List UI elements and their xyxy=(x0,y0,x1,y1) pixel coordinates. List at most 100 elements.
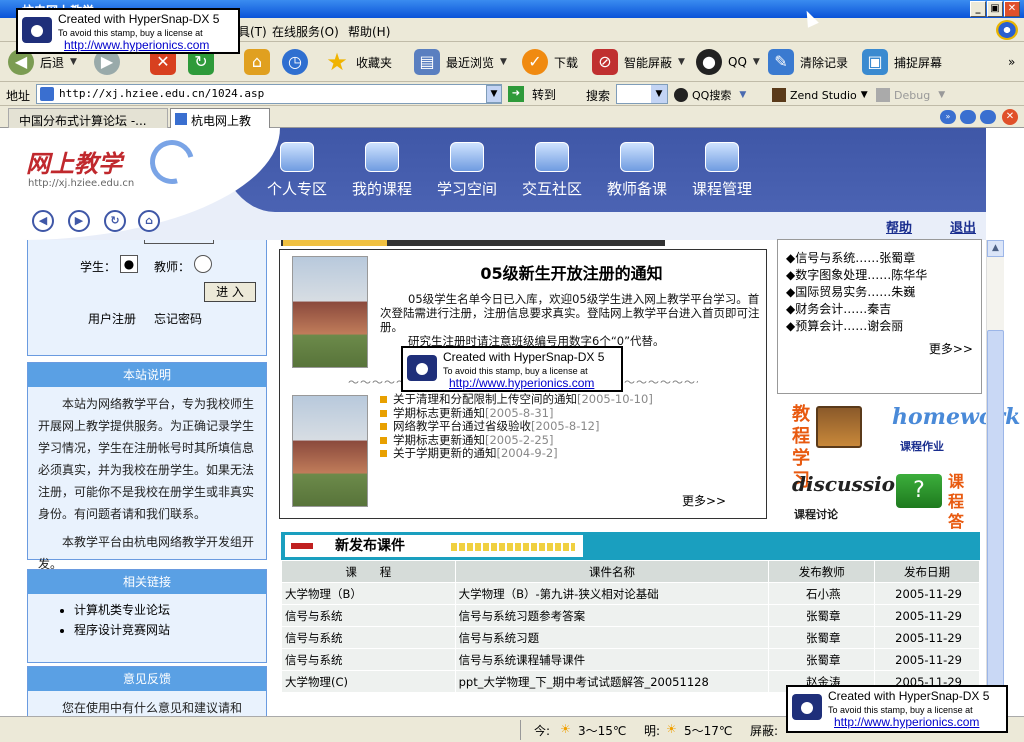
nav-teacher-prep[interactable]: 教师备课 xyxy=(597,142,677,199)
download-button[interactable]: ✓ 下载 xyxy=(522,48,578,76)
notice-item[interactable]: 学期标志更新通知[2005-2-25] xyxy=(380,434,760,448)
forgot-password-link[interactable]: 忘记密码 xyxy=(154,310,202,327)
teacher-radio[interactable] xyxy=(194,255,212,273)
notice-item[interactable]: 关于学期更新的通知[2004-9-2] xyxy=(380,447,760,461)
notice-item[interactable]: 网络教学平台通过省级验收[2005-8-12] xyxy=(380,420,760,434)
arrow-decoration-icon xyxy=(291,543,313,549)
hypersnap-stamp: Created with HyperSnap-DX 5 To avoid thi… xyxy=(16,8,240,54)
teacher-course-item[interactable]: ◆预算会计……谢会丽 xyxy=(786,318,973,335)
menu-tools[interactable]: 具(T) xyxy=(238,23,267,40)
exit-link[interactable]: 退出 xyxy=(950,217,976,236)
link-programming-contest[interactable]: 程序设计竞赛网站 xyxy=(74,620,266,640)
tab-close-icon[interactable]: ✕ xyxy=(1002,109,1018,125)
qq-button[interactable]: ● QQ ▼ xyxy=(696,48,760,76)
teacher-course-item[interactable]: ◆财务会计……秦吉 xyxy=(786,301,973,318)
tab-scroll-icon[interactable]: » xyxy=(940,110,956,124)
teacher-course-item[interactable]: ◆信号与系统……张蜀章 xyxy=(786,250,973,267)
links-list: 计算机类专业论坛 程序设计竞赛网站 xyxy=(28,594,266,640)
capture-screen-button[interactable]: ▣ 捕捉屏幕 xyxy=(862,48,942,76)
minimize-button[interactable]: _ xyxy=(970,1,986,17)
nav-my-courses[interactable]: 我的课程 xyxy=(342,142,422,199)
homework-module-button[interactable]: homework 课程作业 xyxy=(890,404,1020,460)
history-button[interactable]: ◷ xyxy=(282,48,314,76)
maximize-button[interactable]: ▣ xyxy=(987,1,1003,17)
help-link[interactable]: 帮助 xyxy=(886,217,912,236)
debug-button[interactable]: Debug ▼ xyxy=(876,86,956,104)
notice-item[interactable]: 关于清理和分配限制上传空间的通知[2005-10-10] xyxy=(380,393,760,407)
close-button[interactable]: ✕ xyxy=(1004,1,1020,17)
courseware-table: 课 程 课件名称 发布教师 发布日期 大学物理（B） 大学物理（B）-第九讲-狭义… xyxy=(281,560,980,693)
tab-bar: 中国分布式计算论坛 -... 杭电网上教学 » ✕ xyxy=(0,106,1024,145)
favorites-button[interactable]: ★ 收藏夹 xyxy=(324,48,392,76)
scrollbar-thumb[interactable] xyxy=(987,330,1004,710)
nav-community[interactable]: 交互社区 xyxy=(512,142,592,199)
discussion-module-button[interactable]: discussion 课程讨论 xyxy=(788,472,910,524)
student-radio[interactable]: ● xyxy=(120,255,138,273)
page-forward-icon[interactable]: ▶ xyxy=(68,210,90,232)
tab-list-icon[interactable] xyxy=(960,110,976,124)
enter-button[interactable]: 进 入 xyxy=(204,282,256,302)
menu-online-service[interactable]: 在线服务(O) xyxy=(272,23,339,40)
clear-icon: ✎ xyxy=(768,49,794,75)
weather-tomorrow-temp: 5～17℃ xyxy=(684,724,733,738)
open-book-icon xyxy=(816,406,862,448)
tab-restore-icon[interactable] xyxy=(980,110,996,124)
page-home-icon[interactable]: ⌂ xyxy=(138,210,160,232)
hypersnap-stamp: Created with HyperSnap-DX 5 To avoid thi… xyxy=(786,685,1008,733)
notice-more-link[interactable]: 更多>> xyxy=(682,492,726,509)
nav-label: 我的课程 xyxy=(351,180,412,198)
links-title: 相关链接 xyxy=(28,570,266,594)
tab-hdu-teaching[interactable]: 杭电网上教学 xyxy=(170,108,270,145)
smart-block-button[interactable]: ⊘ 智能屏蔽 ▼ xyxy=(592,48,685,76)
qa-module-button[interactable]: ? 课程答疑 xyxy=(892,472,976,551)
url-input[interactable]: http://xj.hziee.edu.cn/1024.asp xyxy=(36,84,502,104)
about-panel: 本站说明 本站为网络教学平台，专为我校师生开展网上教学提供服务。为正确记录学生学… xyxy=(27,362,267,571)
nav-label: 学习空间 xyxy=(436,180,497,198)
toolbar-more-button[interactable]: » xyxy=(1008,48,1015,76)
browser-logo-icon xyxy=(996,20,1018,40)
go-button[interactable]: ➜ 转到 xyxy=(508,85,568,103)
notice-tab-highlight xyxy=(283,240,387,246)
qq-search-button[interactable]: QQ搜索 ▼ xyxy=(674,86,764,104)
home-button[interactable]: ⌂ xyxy=(244,48,276,76)
tutorial-module-button[interactable]: 教程学习 xyxy=(790,404,870,491)
banner-nav-background: 个人专区 我的课程 学习空间 交互社区 教师备课 课程管理 xyxy=(215,128,986,212)
home-icon: ⌂ xyxy=(244,49,270,75)
tab-label: 中国分布式计算论坛 -... xyxy=(19,114,147,128)
link-cs-forum[interactable]: 计算机类专业论坛 xyxy=(74,600,266,620)
teacher-course-item[interactable]: ◆国际贸易实务……朱巍 xyxy=(786,284,973,301)
chevron-down-icon: ▼ xyxy=(500,57,507,67)
tab-forum[interactable]: 中国分布式计算论坛 -... xyxy=(8,108,168,128)
menu-help[interactable]: 帮助(H) xyxy=(348,23,390,40)
sun-icon: ☀ xyxy=(560,722,571,736)
col-name: 课件名称 xyxy=(454,560,770,583)
page-back-icon[interactable]: ◀ xyxy=(32,210,54,232)
capture-label: 捕捉屏幕 xyxy=(894,55,943,70)
notice-title[interactable]: 05级新生开放注册的通知 xyxy=(280,260,768,284)
url-dropdown-button[interactable]: ▼ xyxy=(486,85,502,103)
search-input[interactable]: ▼ xyxy=(616,84,668,104)
table-row[interactable]: 信号与系统 信号与系统习题参考答案 张蜀章 2005-11-29 xyxy=(281,604,980,627)
table-row[interactable]: 信号与系统 信号与系统课程辅导课件 张蜀章 2005-11-29 xyxy=(281,648,980,671)
course-teacher-list: ◆信号与系统……张蜀章 ◆数字图象处理……陈华华 ◆国际贸易实务……朱巍 ◆财务… xyxy=(777,239,982,394)
recent-button[interactable]: ▤ 最近浏览 ▼ xyxy=(414,48,507,76)
vertical-scrollbar[interactable]: ▲ xyxy=(986,240,1004,716)
discussion-module-sublabel: 课程讨论 xyxy=(794,508,838,521)
zend-studio-button[interactable]: Zend Studio ▼ xyxy=(772,86,872,104)
scroll-up-icon[interactable]: ▲ xyxy=(987,240,1004,257)
nav-study-space[interactable]: 学习空间 xyxy=(427,142,507,199)
folder-icon xyxy=(280,142,314,172)
notice-item[interactable]: 学期标志更新通知[2005-8-31] xyxy=(380,407,760,421)
back-label: 后退 xyxy=(40,55,65,70)
teacher-course-item[interactable]: ◆数字图象处理……陈华华 xyxy=(786,267,973,284)
chevron-down-icon: ▼ xyxy=(70,57,77,67)
teacher-more-link[interactable]: 更多>> xyxy=(786,341,973,358)
table-row[interactable]: 大学物理（B） 大学物理（B）-第九讲-狭义相对论基础 石小燕 2005-11-29 xyxy=(281,582,980,605)
address-bar: 地址 http://xj.hziee.edu.cn/1024.asp ▼ ➜ 转… xyxy=(0,82,1024,106)
register-link[interactable]: 用户注册 xyxy=(88,310,136,327)
nav-course-management[interactable]: 课程管理 xyxy=(682,142,762,199)
page-refresh-icon[interactable]: ↻ xyxy=(104,210,126,232)
go-label: 转到 xyxy=(532,87,557,102)
table-row[interactable]: 信号与系统 信号与系统习题 张蜀章 2005-11-29 xyxy=(281,626,980,649)
clear-history-button[interactable]: ✎ 清除记录 xyxy=(768,48,848,76)
